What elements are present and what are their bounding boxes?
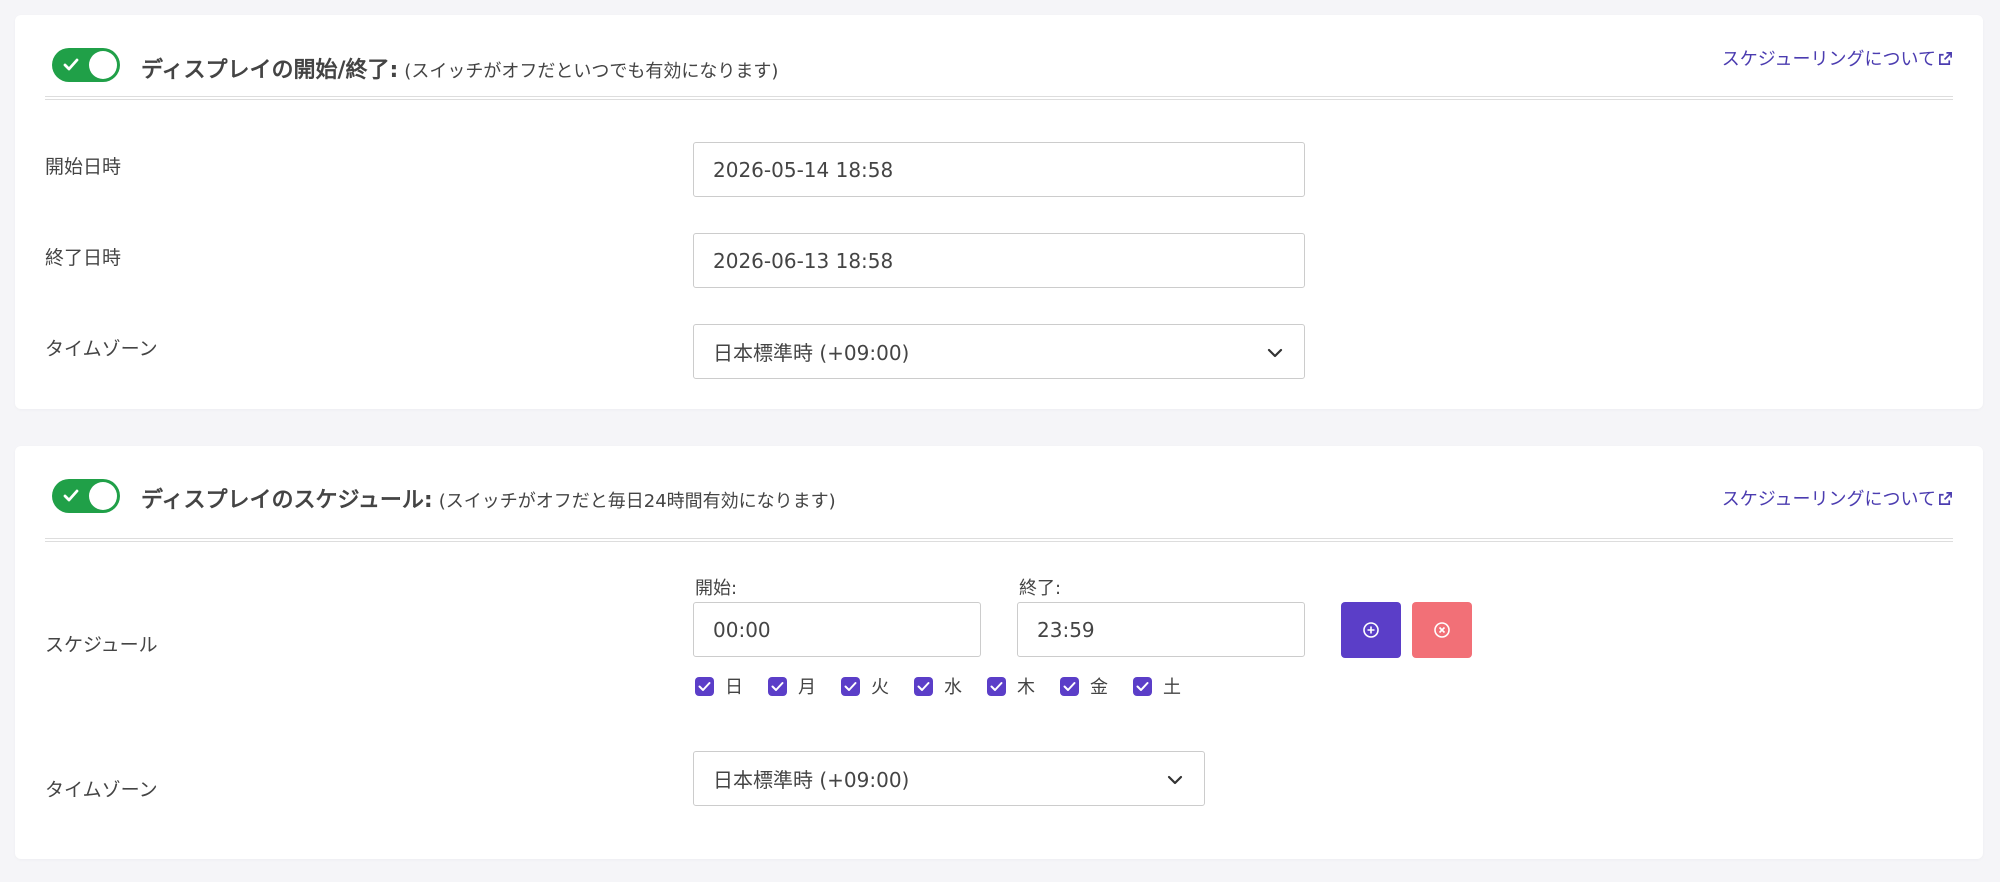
timezone-label: タイムゾーン: [45, 338, 158, 360]
chevron-down-icon: [1167, 775, 1183, 785]
schedule-end-input[interactable]: 23:59: [1017, 602, 1305, 657]
checkbox[interactable]: [841, 676, 860, 696]
timezone-select[interactable]: 日本標準時 (+09:00): [693, 324, 1305, 379]
header-divider: [45, 96, 1953, 100]
day-checkbox-tue[interactable]: 火: [841, 673, 914, 699]
check-icon: [698, 681, 711, 691]
schedule-start-value: 00:00: [713, 617, 771, 642]
external-link-icon: [1939, 51, 1952, 65]
section-title: ディスプレイの開始/終了:: [141, 58, 399, 83]
check-icon: [917, 681, 930, 691]
checkbox[interactable]: [695, 676, 714, 696]
end-datetime-input[interactable]: 2026-06-13 18:58: [693, 233, 1305, 288]
timezone-value: 日本標準時 (+09:00): [713, 341, 910, 365]
schedule-start-label: 開始:: [695, 578, 738, 599]
day-label: 金: [1090, 677, 1108, 698]
day-checkbox-sun[interactable]: 日: [695, 673, 768, 699]
schedule-label: スケジュール: [45, 634, 158, 656]
x-circle-icon: [1434, 622, 1450, 638]
scheduling-help-link[interactable]: スケジューリングについて: [1722, 45, 1953, 71]
check-icon: [1063, 681, 1076, 691]
end-datetime-value: 2026-06-13 18:58: [713, 248, 894, 273]
day-checkbox-sat[interactable]: 土: [1133, 673, 1206, 699]
schedule-end-label: 終了:: [1019, 578, 1062, 599]
display-schedule-toggle[interactable]: [52, 479, 120, 513]
end-datetime-label: 終了日時: [45, 247, 122, 269]
timezone-select[interactable]: 日本標準時 (+09:00): [693, 751, 1205, 806]
timezone-value: 日本標準時 (+09:00): [713, 768, 910, 792]
checkbox[interactable]: [914, 676, 933, 696]
scheduling-help-link[interactable]: スケジューリングについて: [1722, 485, 1953, 511]
section-title: ディスプレイのスケジュール:: [141, 488, 433, 513]
check-icon: [844, 681, 857, 691]
weekday-checkboxes: 日 月 火 水 木 金 土: [695, 673, 1206, 699]
schedule-start-input[interactable]: 00:00: [693, 602, 981, 657]
display-period-card: ディスプレイの開始/終了: (スイッチがオフだといつでも有効になります) スケジュ…: [15, 15, 1983, 409]
check-icon: [990, 681, 1003, 691]
header-divider: [45, 538, 1953, 542]
section-note: (スイッチがオフだと毎日24時間有効になります): [438, 491, 836, 512]
day-label: 土: [1163, 677, 1181, 698]
day-label: 月: [798, 677, 816, 698]
timezone-label: タイムゾーン: [45, 779, 158, 801]
checkbox[interactable]: [1133, 676, 1152, 696]
display-schedule-title: ディスプレイのスケジュール: (スイッチがオフだと毎日24時間有効になります): [141, 482, 836, 514]
display-schedule-card: ディスプレイのスケジュール: (スイッチがオフだと毎日24時間有効になります) ス…: [15, 446, 1983, 859]
day-checkbox-fri[interactable]: 金: [1060, 673, 1133, 699]
checkbox[interactable]: [768, 676, 787, 696]
check-icon: [63, 58, 79, 71]
display-period-toggle[interactable]: [52, 48, 120, 82]
day-checkbox-wed[interactable]: 水: [914, 673, 987, 699]
day-label: 日: [725, 677, 743, 698]
day-checkbox-thu[interactable]: 木: [987, 673, 1060, 699]
section-note: (スイッチがオフだといつでも有効になります): [404, 61, 779, 82]
day-label: 木: [1017, 677, 1035, 698]
checkbox[interactable]: [1060, 676, 1079, 696]
toggle-knob: [89, 482, 117, 510]
schedule-end-value: 23:59: [1037, 617, 1095, 642]
plus-circle-icon: [1363, 622, 1379, 638]
toggle-knob: [89, 51, 117, 79]
start-datetime-label: 開始日時: [45, 156, 122, 178]
start-datetime-input[interactable]: 2026-05-14 18:58: [693, 142, 1305, 197]
chevron-down-icon: [1267, 348, 1283, 358]
check-icon: [1136, 681, 1149, 691]
remove-schedule-button[interactable]: [1412, 602, 1472, 658]
day-label: 火: [871, 677, 889, 698]
check-icon: [63, 489, 79, 502]
checkbox[interactable]: [987, 676, 1006, 696]
day-label: 水: [944, 677, 962, 698]
external-link-icon: [1939, 491, 1952, 505]
check-icon: [771, 681, 784, 691]
display-period-title: ディスプレイの開始/終了: (スイッチがオフだといつでも有効になります): [141, 52, 778, 84]
help-link-label: スケジューリングについて: [1721, 489, 1936, 510]
add-schedule-button[interactable]: [1341, 602, 1401, 658]
start-datetime-value: 2026-05-14 18:58: [713, 157, 894, 182]
help-link-label: スケジューリングについて: [1721, 49, 1936, 70]
day-checkbox-mon[interactable]: 月: [768, 673, 841, 699]
